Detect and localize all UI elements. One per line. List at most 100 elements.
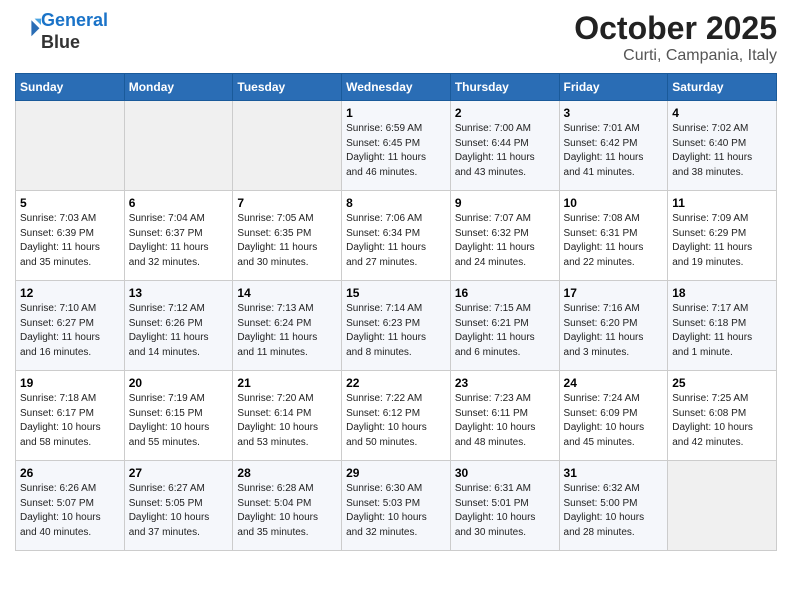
header: General Blue October 2025 Curti, Campani… [15, 10, 777, 65]
calendar-cell: 15 Sunrise: 7:14 AM Sunset: 6:23 PM Dayli… [342, 281, 451, 371]
day-info: Sunrise: 7:09 AM Sunset: 6:29 PM Dayligh… [672, 212, 772, 270]
calendar-cell: 17Sunrise: 7:16 AM Sunset: 6:20 PM Dayli… [559, 281, 668, 371]
calendar-cell: 20 Sunrise: 7:19 AM Sunset: 6:15 PM Dayli… [124, 371, 233, 461]
calendar-cell [233, 101, 342, 191]
day-number: 18 [672, 286, 772, 300]
day-info: Sunrise: 7:20 AM Sunset: 6:14 PM Dayligh… [237, 392, 337, 450]
calendar-cell: 23 Sunrise: 7:23 AM Sunset: 6:11 PM Dayli… [450, 371, 559, 461]
calendar-cell: 7 Sunrise: 7:05 AM Sunset: 6:35 PM Daylig… [233, 191, 342, 281]
weekday-header: Friday [559, 74, 668, 101]
day-info: Sunrise: 7:02 AM Sunset: 6:40 PM Dayligh… [672, 122, 772, 180]
calendar-table: SundayMondayTuesdayWednesdayThursdayFrid… [15, 73, 777, 551]
calendar-cell: 19Sunrise: 7:18 AM Sunset: 6:17 PM Dayli… [16, 371, 125, 461]
calendar-cell: 9 Sunrise: 7:07 AM Sunset: 6:32 PM Daylig… [450, 191, 559, 281]
calendar-cell: 5 Sunrise: 7:03 AM Sunset: 6:39 PM Daylig… [16, 191, 125, 281]
day-number: 13 [129, 286, 229, 300]
calendar-cell: 1Sunrise: 6:59 AM Sunset: 6:45 PM Daylig… [342, 101, 451, 191]
calendar-cell: 4 Sunrise: 7:02 AM Sunset: 6:40 PM Daylig… [668, 101, 777, 191]
calendar-cell [124, 101, 233, 191]
calendar-week-row: 12 Sunrise: 7:10 AM Sunset: 6:27 PM Dayli… [16, 281, 777, 371]
days-header-row: SundayMondayTuesdayWednesdayThursdayFrid… [16, 74, 777, 101]
calendar-cell: 24 Sunrise: 7:24 AM Sunset: 6:09 PM Dayli… [559, 371, 668, 461]
logo: General Blue [15, 10, 108, 53]
day-number: 2 [455, 106, 555, 120]
day-number: 7 [237, 196, 337, 210]
weekday-header: Monday [124, 74, 233, 101]
day-number: 20 [129, 376, 229, 390]
weekday-header: Saturday [668, 74, 777, 101]
calendar-week-row: 1Sunrise: 6:59 AM Sunset: 6:45 PM Daylig… [16, 101, 777, 191]
day-info: Sunrise: 7:23 AM Sunset: 6:11 PM Dayligh… [455, 392, 555, 450]
calendar-cell: 30Sunrise: 6:31 AM Sunset: 5:01 PM Dayli… [450, 461, 559, 551]
day-info: Sunrise: 7:06 AM Sunset: 6:34 PM Dayligh… [346, 212, 446, 270]
day-info: Sunrise: 7:14 AM Sunset: 6:23 PM Dayligh… [346, 302, 446, 360]
day-info: Sunrise: 7:00 AM Sunset: 6:44 PM Dayligh… [455, 122, 555, 180]
day-number: 8 [346, 196, 446, 210]
weekday-header: Thursday [450, 74, 559, 101]
day-info: Sunrise: 7:25 AM Sunset: 6:08 PM Dayligh… [672, 392, 772, 450]
day-info: Sunrise: 6:30 AM Sunset: 5:03 PM Dayligh… [346, 482, 446, 540]
calendar-cell: 27Sunrise: 6:27 AM Sunset: 5:05 PM Dayli… [124, 461, 233, 551]
day-number: 17 [564, 286, 664, 300]
day-number: 12 [20, 286, 120, 300]
day-number: 23 [455, 376, 555, 390]
calendar-week-row: 26Sunrise: 6:26 AM Sunset: 5:07 PM Dayli… [16, 461, 777, 551]
day-info: Sunrise: 7:17 AM Sunset: 6:18 PM Dayligh… [672, 302, 772, 360]
day-info: Sunrise: 7:08 AM Sunset: 6:31 PM Dayligh… [564, 212, 664, 270]
day-number: 30 [455, 466, 555, 480]
day-number: 27 [129, 466, 229, 480]
day-info: Sunrise: 7:24 AM Sunset: 6:09 PM Dayligh… [564, 392, 664, 450]
calendar-page: General Blue October 2025 Curti, Campani… [0, 0, 792, 561]
day-info: Sunrise: 6:32 AM Sunset: 5:00 PM Dayligh… [564, 482, 664, 540]
calendar-cell: 21Sunrise: 7:20 AM Sunset: 6:14 PM Dayli… [233, 371, 342, 461]
day-number: 5 [20, 196, 120, 210]
day-info: Sunrise: 7:13 AM Sunset: 6:24 PM Dayligh… [237, 302, 337, 360]
calendar-cell: 29 Sunrise: 6:30 AM Sunset: 5:03 PM Dayli… [342, 461, 451, 551]
day-number: 15 [346, 286, 446, 300]
calendar-cell: 14 Sunrise: 7:13 AM Sunset: 6:24 PM Dayli… [233, 281, 342, 371]
day-number: 28 [237, 466, 337, 480]
day-number: 25 [672, 376, 772, 390]
calendar-title: October 2025 [574, 10, 777, 47]
title-block: October 2025 Curti, Campania, Italy [574, 10, 777, 65]
day-info: Sunrise: 7:03 AM Sunset: 6:39 PM Dayligh… [20, 212, 120, 270]
day-info: Sunrise: 7:07 AM Sunset: 6:32 PM Dayligh… [455, 212, 555, 270]
calendar-cell: 2 Sunrise: 7:00 AM Sunset: 6:44 PM Daylig… [450, 101, 559, 191]
day-number: 22 [346, 376, 446, 390]
day-number: 11 [672, 196, 772, 210]
calendar-cell: 11 Sunrise: 7:09 AM Sunset: 6:29 PM Dayli… [668, 191, 777, 281]
logo-general: General [41, 10, 108, 30]
calendar-cell: 25 Sunrise: 7:25 AM Sunset: 6:08 PM Dayli… [668, 371, 777, 461]
day-number: 24 [564, 376, 664, 390]
day-number: 14 [237, 286, 337, 300]
day-number: 10 [564, 196, 664, 210]
weekday-header: Tuesday [233, 74, 342, 101]
day-number: 9 [455, 196, 555, 210]
day-info: Sunrise: 7:12 AM Sunset: 6:26 PM Dayligh… [129, 302, 229, 360]
day-number: 16 [455, 286, 555, 300]
day-number: 29 [346, 466, 446, 480]
calendar-week-row: 19Sunrise: 7:18 AM Sunset: 6:17 PM Dayli… [16, 371, 777, 461]
day-number: 19 [20, 376, 120, 390]
calendar-cell: 12 Sunrise: 7:10 AM Sunset: 6:27 PM Dayli… [16, 281, 125, 371]
day-info: Sunrise: 7:01 AM Sunset: 6:42 PM Dayligh… [564, 122, 664, 180]
day-number: 26 [20, 466, 120, 480]
day-info: Sunrise: 7:22 AM Sunset: 6:12 PM Dayligh… [346, 392, 446, 450]
day-info: Sunrise: 7:15 AM Sunset: 6:21 PM Dayligh… [455, 302, 555, 360]
calendar-cell: 22 Sunrise: 7:22 AM Sunset: 6:12 PM Dayli… [342, 371, 451, 461]
day-info: Sunrise: 7:19 AM Sunset: 6:15 PM Dayligh… [129, 392, 229, 450]
day-number: 31 [564, 466, 664, 480]
calendar-week-row: 5 Sunrise: 7:03 AM Sunset: 6:39 PM Daylig… [16, 191, 777, 281]
calendar-cell [16, 101, 125, 191]
day-info: Sunrise: 7:10 AM Sunset: 6:27 PM Dayligh… [20, 302, 120, 360]
day-info: Sunrise: 6:28 AM Sunset: 5:04 PM Dayligh… [237, 482, 337, 540]
day-info: Sunrise: 7:04 AM Sunset: 6:37 PM Dayligh… [129, 212, 229, 270]
calendar-subtitle: Curti, Campania, Italy [574, 47, 777, 65]
day-info: Sunrise: 7:05 AM Sunset: 6:35 PM Dayligh… [237, 212, 337, 270]
calendar-cell: 8 Sunrise: 7:06 AM Sunset: 6:34 PM Daylig… [342, 191, 451, 281]
day-number: 6 [129, 196, 229, 210]
day-number: 4 [672, 106, 772, 120]
calendar-cell: 10 Sunrise: 7:08 AM Sunset: 6:31 PM Dayli… [559, 191, 668, 281]
calendar-cell: 3Sunrise: 7:01 AM Sunset: 6:42 PM Daylig… [559, 101, 668, 191]
calendar-cell: 13 Sunrise: 7:12 AM Sunset: 6:26 PM Dayli… [124, 281, 233, 371]
